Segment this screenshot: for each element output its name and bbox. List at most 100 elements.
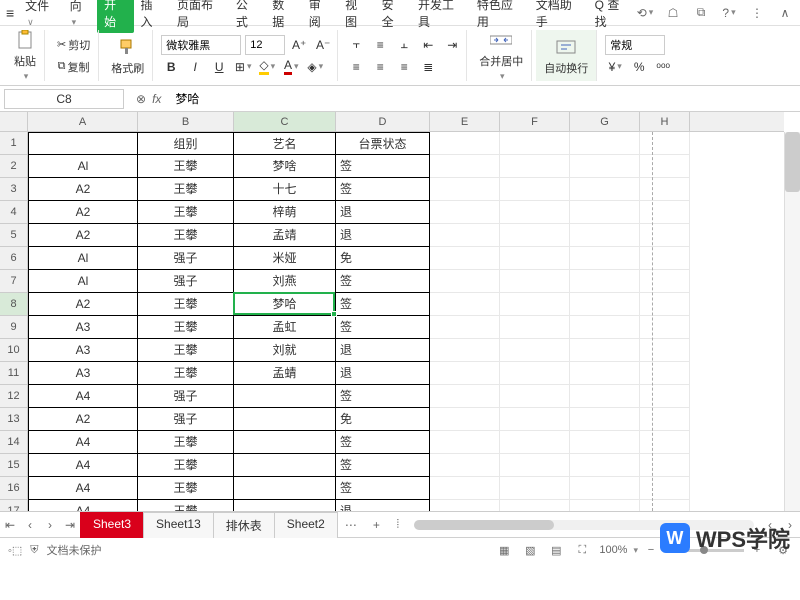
col-header-E[interactable]: E [430, 112, 500, 131]
col-header-C[interactable]: C [234, 112, 336, 131]
cell-F10[interactable] [500, 339, 570, 362]
borders-button[interactable]: ⊞▾ [233, 57, 253, 77]
cell-D15[interactable]: 签 [336, 454, 430, 477]
distribute-icon[interactable]: ≣ [418, 57, 438, 77]
cell-E1[interactable] [430, 132, 500, 155]
cell-F2[interactable] [500, 155, 570, 178]
align-middle-icon[interactable]: ≡ [370, 35, 390, 55]
paste-button[interactable]: 粘贴▾ [10, 27, 40, 84]
cell-A5[interactable]: A2 [28, 224, 138, 247]
cell-G2[interactable] [570, 155, 640, 178]
cancel-edit-icon[interactable]: ⊗ [136, 92, 146, 106]
zoom-in-icon[interactable]: + [748, 541, 766, 559]
cell-B1[interactable]: 组别 [138, 132, 234, 155]
zoom-value[interactable]: 100% [599, 544, 627, 556]
tab-first-icon[interactable]: ⇤ [0, 515, 20, 535]
sheet-tab-排休表[interactable]: 排休表 [213, 512, 275, 538]
clear-format-button[interactable]: ◈▾ [305, 57, 325, 77]
cell-E6[interactable] [430, 247, 500, 270]
record-icon[interactable]: ◦⬚ [8, 544, 22, 557]
cell-E12[interactable] [430, 385, 500, 408]
tab-security[interactable]: 安全 [375, 0, 411, 33]
cell-G13[interactable] [570, 408, 640, 431]
cell-D11[interactable]: 退 [336, 362, 430, 385]
tab-last-icon[interactable]: ⇥ [60, 515, 80, 535]
cell-G7[interactable] [570, 270, 640, 293]
cell-D7[interactable]: 签 [336, 270, 430, 293]
cell-D6[interactable]: 免 [336, 247, 430, 270]
cell-F3[interactable] [500, 178, 570, 201]
cell-F4[interactable] [500, 201, 570, 224]
tab-review[interactable]: 审阅 [302, 0, 338, 33]
select-all-corner[interactable] [0, 112, 28, 132]
cell-G4[interactable] [570, 201, 640, 224]
cell-A13[interactable]: A2 [28, 408, 138, 431]
help-icon[interactable]: ?▾ [720, 4, 738, 22]
cell-B8[interactable]: 王攀 [138, 293, 234, 316]
export-icon[interactable]: ⧉ [692, 4, 710, 22]
row-header-14[interactable]: 14 [0, 431, 27, 454]
cell-F6[interactable] [500, 247, 570, 270]
cell-G1[interactable] [570, 132, 640, 155]
cell-C6[interactable]: 米娅 [234, 247, 336, 270]
sheet-tab-Sheet3[interactable]: Sheet3 [80, 512, 144, 538]
cell-H17[interactable] [640, 500, 690, 512]
cell-G9[interactable] [570, 316, 640, 339]
cell-A12[interactable]: A4 [28, 385, 138, 408]
cell-F5[interactable] [500, 224, 570, 247]
cell-H8[interactable] [640, 293, 690, 316]
cell-B7[interactable]: 强子 [138, 270, 234, 293]
number-format-combo[interactable] [605, 35, 665, 55]
increase-font-icon[interactable]: A⁺ [289, 35, 309, 55]
cell-B12[interactable]: 强子 [138, 385, 234, 408]
sheet-tab-Sheet2[interactable]: Sheet2 [274, 512, 338, 538]
cell-G8[interactable] [570, 293, 640, 316]
cell-F15[interactable] [500, 454, 570, 477]
italic-button[interactable]: I [185, 57, 205, 77]
cell-F13[interactable] [500, 408, 570, 431]
cell-E13[interactable] [430, 408, 500, 431]
cell-A15[interactable]: A4 [28, 454, 138, 477]
share-icon[interactable]: ☖ [664, 4, 682, 22]
cell-A8[interactable]: A2 [28, 293, 138, 316]
format-painter-button[interactable]: 格式刷 [107, 34, 148, 78]
cell-C9[interactable]: 孟虹 [234, 316, 336, 339]
cell-E10[interactable] [430, 339, 500, 362]
history-dropdown[interactable]: 向 ▾ [63, 0, 97, 31]
tab-prev-icon[interactable]: ‹ [20, 515, 40, 535]
cell-F12[interactable] [500, 385, 570, 408]
collapse-ribbon-icon[interactable]: ∧ [776, 4, 794, 22]
cell-H11[interactable] [640, 362, 690, 385]
cell-H9[interactable] [640, 316, 690, 339]
tab-assistant[interactable]: 文档助手 [529, 0, 588, 33]
cell-G12[interactable] [570, 385, 640, 408]
auto-wrap-button[interactable]: 自动换行 [540, 34, 592, 78]
cell-B15[interactable]: 王攀 [138, 454, 234, 477]
cell-C8[interactable]: 梦哈 [234, 293, 336, 316]
view-fullscreen-icon[interactable]: ⛶ [573, 541, 591, 559]
cell-C15[interactable] [234, 454, 336, 477]
cell-D5[interactable]: 退 [336, 224, 430, 247]
row-header-13[interactable]: 13 [0, 408, 27, 431]
cell-C7[interactable]: 刘燕 [234, 270, 336, 293]
cell-B13[interactable]: 强子 [138, 408, 234, 431]
cell-C12[interactable] [234, 385, 336, 408]
align-right-icon[interactable]: ≡ [394, 57, 414, 77]
cell-H3[interactable] [640, 178, 690, 201]
cell-B2[interactable]: 王攀 [138, 155, 234, 178]
view-page-icon[interactable]: ▧ [521, 541, 539, 559]
cell-C4[interactable]: 梓萌 [234, 201, 336, 224]
cell-C17[interactable] [234, 500, 336, 512]
cell-C5[interactable]: 孟靖 [234, 224, 336, 247]
cell-E2[interactable] [430, 155, 500, 178]
cell-B17[interactable]: 王攀 [138, 500, 234, 512]
app-menu-icon[interactable]: ≡ [6, 5, 14, 21]
search-button[interactable]: Q 查找 [588, 0, 636, 33]
cell-H16[interactable] [640, 477, 690, 500]
cell-D12[interactable]: 签 [336, 385, 430, 408]
more-icon[interactable]: ⋮ [748, 4, 766, 22]
tab-view[interactable]: 视图 [338, 0, 374, 33]
row-header-11[interactable]: 11 [0, 362, 27, 385]
cell-D14[interactable]: 签 [336, 431, 430, 454]
cell-C14[interactable] [234, 431, 336, 454]
